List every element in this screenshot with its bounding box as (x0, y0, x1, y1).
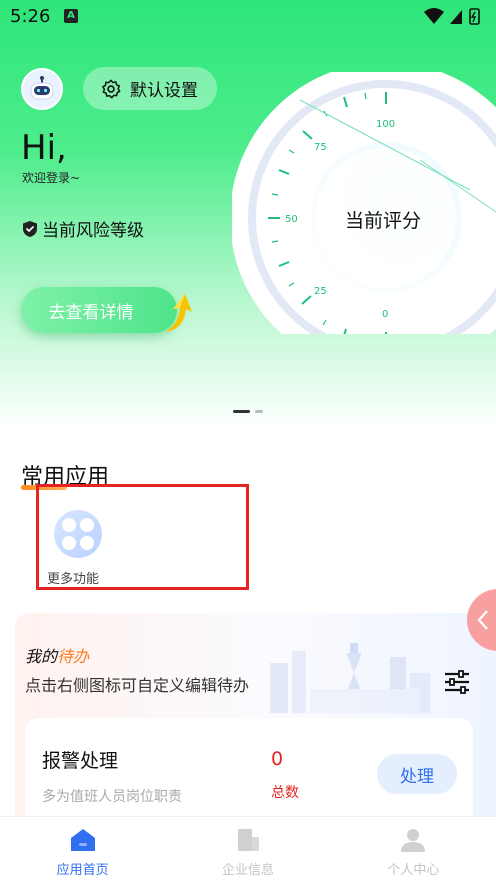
robot-avatar[interactable] (21, 68, 63, 110)
score-gauge: 100 75 50 25 0 (232, 72, 496, 334)
nav-label-home: 应用首页 (56, 863, 109, 878)
robot-icon (30, 76, 54, 100)
nav-item-company[interactable]: 企业信息 (165, 817, 330, 885)
welcome-text: 欢迎登录~ (22, 171, 81, 185)
alarm-handling-card: 报警处理 多为值班人员岗位职责 0 总数 处理 (25, 718, 473, 823)
bottom-navigation: 应用首页 企业信息 个人中心 (0, 816, 496, 885)
my-todo-title-accent: 待办 (57, 647, 90, 666)
default-settings-button[interactable]: 默认设置 (83, 67, 217, 110)
gear-icon (102, 79, 121, 98)
alarm-title: 报警处理 (42, 750, 119, 772)
gauge-tick-100: 100 (376, 119, 395, 130)
default-settings-label: 默认设置 (130, 81, 198, 101)
notification-icon: A (64, 9, 78, 23)
alarm-count-value: 0 (271, 748, 284, 770)
hero-banner: 5:26 A 默认设置 Hi, 欢迎登录~ 当前风险等级 去查看详情 100 7… (0, 0, 496, 430)
building-icon (237, 829, 259, 851)
nav-item-profile[interactable]: 个人中心 (331, 817, 496, 885)
alarm-subtitle: 多为值班人员岗位职责 (42, 789, 182, 805)
home-icon (70, 829, 95, 851)
gauge-tick-0: 0 (382, 309, 388, 320)
my-todo-title: 我的待办 (25, 643, 89, 667)
nav-label-company: 企业信息 (221, 863, 274, 878)
up-arrow-icon (164, 294, 192, 332)
greeting-heading: Hi, (21, 128, 67, 168)
nav-item-home[interactable]: 应用首页 (0, 817, 165, 885)
gauge-tick-75: 75 (314, 142, 327, 153)
chevron-left-icon (477, 610, 488, 630)
risk-level-row: 当前风险等级 (22, 216, 144, 241)
system-status-icons (424, 8, 480, 25)
person-icon (401, 829, 426, 852)
shield-icon (23, 220, 37, 237)
carousel-dot (255, 410, 263, 413)
handle-alarm-button[interactable]: 处理 (377, 754, 457, 794)
current-score-label: 当前评分 (345, 210, 422, 232)
alarm-count-label: 总数 (271, 785, 299, 801)
sliders-icon[interactable] (443, 670, 471, 694)
status-bar: 5:26 A (0, 0, 496, 34)
gauge-dial: 100 75 50 25 0 (232, 72, 496, 334)
my-todo-card: 我的待办 点击右侧图标可自定义编辑待办 报警处理 多为值班人员岗位职责 0 总数… (15, 613, 496, 823)
view-details-button[interactable]: 去查看详情 (21, 287, 177, 333)
more-functions-label: 更多功能 (47, 572, 100, 587)
view-details-label: 去查看详情 (48, 302, 134, 323)
todo-description: 点击右侧图标可自定义编辑待办 (25, 676, 250, 695)
cityscape-illustration (270, 643, 430, 713)
gauge-tick-50: 50 (285, 214, 298, 225)
nav-label-profile: 个人中心 (387, 863, 440, 878)
my-todo-title-prefix: 我的 (25, 647, 58, 666)
status-time: 5:26 (10, 6, 51, 27)
carousel-dot-active (233, 410, 250, 413)
grid-four-dots-icon (54, 510, 102, 558)
more-functions-app[interactable]: 更多功能 (47, 510, 111, 587)
gauge-tick-25: 25 (314, 286, 327, 297)
risk-level-label: 当前风险等级 (42, 221, 144, 241)
carousel-indicator (233, 410, 263, 413)
